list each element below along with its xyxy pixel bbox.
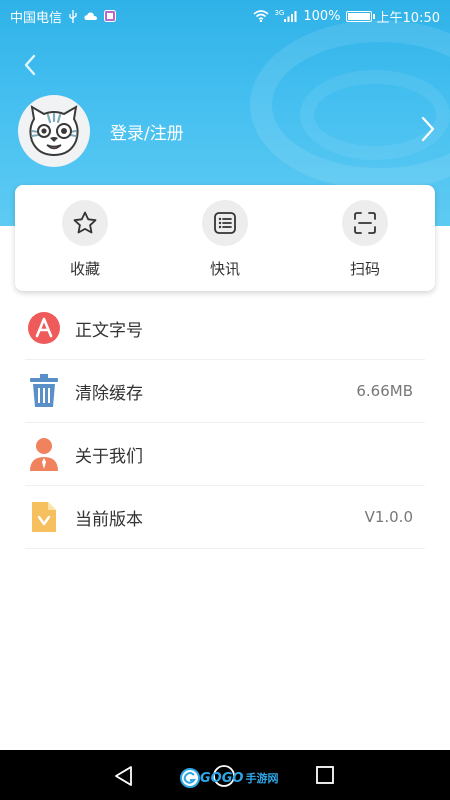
star-icon [62,200,108,246]
triangle-back-icon [115,766,132,786]
clock: 上午10:50 [376,10,440,26]
settings-item-label: 关于我们 [75,446,143,467]
watermark-logo: GOGO 手游网 [180,765,278,791]
signal-icon: 3G [274,10,298,22]
battery-percent: 100% [303,8,341,24]
settings-item-about-us[interactable]: 关于我们 [25,423,425,486]
usb-icon [68,9,78,23]
wifi-icon [253,10,269,22]
network-type-label: 3G [274,9,285,17]
scan-label: 扫码 [349,260,380,278]
news-flash-label: 快讯 [209,260,240,278]
login-row[interactable]: 登录/注册 [18,95,438,167]
watermark-text-cn: 手游网 [245,772,279,785]
nav-back-button[interactable] [113,765,135,787]
cloud-icon [84,11,98,21]
square-recents-icon [316,766,334,784]
chevron-right-icon[interactable] [420,115,436,147]
watermark-icon [180,768,200,788]
settings-item-label: 正文字号 [75,320,143,341]
cat-avatar-icon [29,105,79,157]
favorites-button[interactable]: 收藏 [15,185,155,291]
news-flash-button[interactable]: 快讯 [155,185,295,291]
document-icon [25,497,63,537]
back-button[interactable] [16,50,44,80]
status-bar: 中国电信 3G 100% 上午10:50 [0,0,450,32]
avatar[interactable] [18,95,90,167]
carrier-label: 中国电信 [10,10,63,26]
cache-size-value: 6.66MB [356,382,413,400]
settings-item-clear-cache[interactable]: 清除缓存 6.66MB [25,360,425,423]
person-icon [25,434,63,474]
watermark-text: GOGO [200,770,244,786]
battery-icon [345,10,375,22]
list-icon [202,200,248,246]
font-size-icon [25,308,63,348]
trash-icon [25,371,63,411]
settings-item-font-size[interactable]: 正文字号 [25,297,425,360]
favorites-label: 收藏 [69,260,100,278]
settings-item-version[interactable]: 当前版本 V1.0.0 [25,486,425,549]
settings-item-label: 当前版本 [75,509,143,530]
chevron-left-icon [24,54,36,76]
version-value: V1.0.0 [364,508,413,526]
login-register-label[interactable]: 登录/注册 [110,119,184,144]
nav-recents-button[interactable] [315,765,335,785]
settings-list: 正文字号 清除缓存 6.66MB 关于我们 当前版本 V1.0.0 [25,297,425,549]
settings-item-label: 清除缓存 [75,383,143,404]
scan-icon [342,200,388,246]
notification-app-icon [104,10,117,22]
quick-actions-card: 收藏 快讯 扫码 [15,185,435,291]
scan-button[interactable]: 扫码 [295,185,435,291]
